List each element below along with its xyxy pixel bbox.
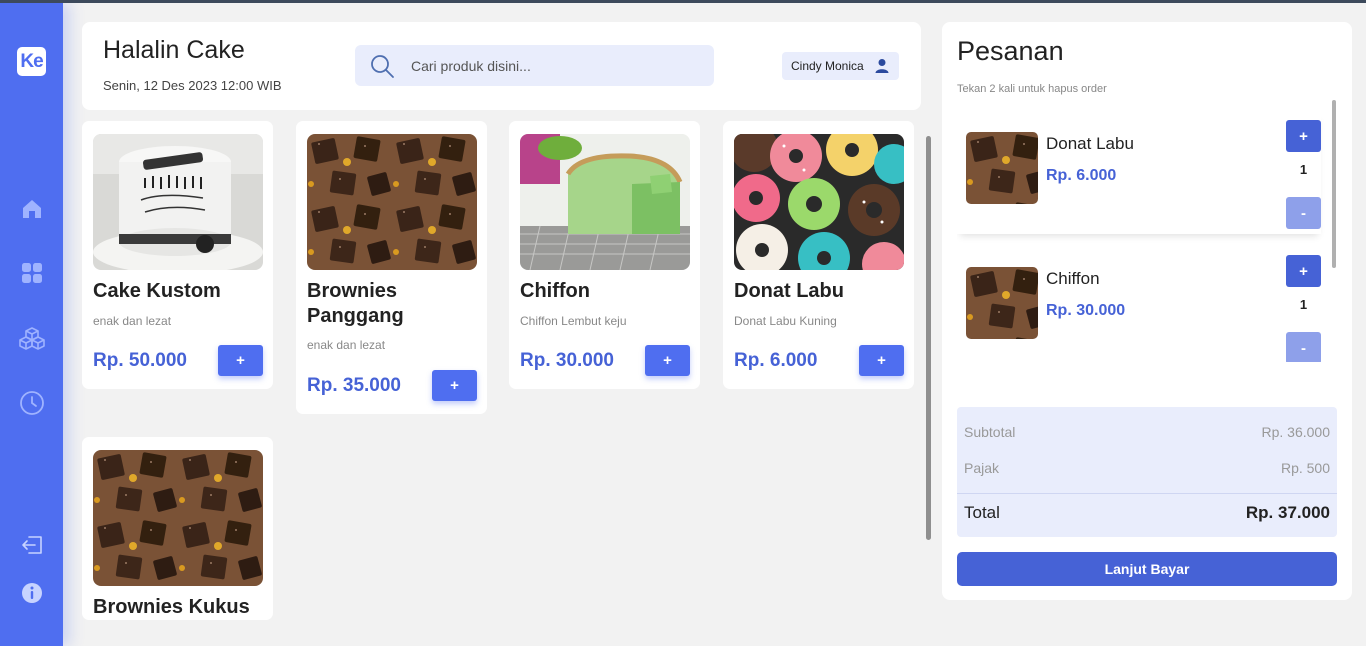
order-title: Pesanan — [957, 36, 1064, 66]
order-item-price: Rp. 30.000 — [1046, 302, 1126, 319]
search-input[interactable] — [411, 55, 701, 77]
search-icon[interactable] — [369, 53, 395, 79]
info-icon[interactable] — [18, 579, 45, 606]
increase-quantity-button[interactable]: + — [1286, 120, 1321, 152]
sidebar: Ke — [0, 3, 63, 646]
product-name: Brownies Kukus — [93, 596, 250, 618]
order-item-name: Donat Labu — [1046, 134, 1134, 153]
product-card-donat-labu[interactable]: Donat Labu Donat Labu Kuning Rp. 6.000 + — [723, 121, 914, 389]
subtotal-value: Rp. 36.000 — [1261, 424, 1331, 440]
product-description: enak dan lezat — [307, 338, 386, 352]
user-name: Cindy Monica — [791, 59, 864, 73]
product-description: Chiffon Lembut keju — [520, 314, 627, 328]
total-value: Rp. 37.000 — [1245, 503, 1330, 522]
subtotal-label: Subtotal — [964, 424, 1016, 440]
product-price: Rp. 50.000 — [93, 350, 187, 371]
home-icon[interactable] — [18, 195, 45, 222]
product-image — [307, 134, 477, 270]
order-item-quantity: 1 — [1299, 297, 1308, 312]
product-price: Rp. 35.000 — [307, 375, 401, 396]
tax-row: Pajak Rp. 500 — [964, 460, 1330, 476]
product-card-brownies-panggang[interactable]: Brownies Panggang enak dan lezat Rp. 35.… — [296, 121, 487, 414]
order-item-quantity: 1 — [1299, 162, 1308, 177]
order-list: Donat Labu Rp. 6.000 + 1 - Chiffon Rp. 3… — [957, 112, 1333, 362]
app-logo[interactable]: Ke — [17, 47, 46, 76]
order-list-scrollbar[interactable] — [1332, 100, 1336, 268]
current-date: Senin, 12 Des 2023 12:00 WIB — [103, 78, 282, 93]
add-to-order-button[interactable]: + — [432, 370, 477, 401]
product-image — [734, 134, 904, 270]
decrease-quantity-button[interactable]: - — [1286, 197, 1321, 229]
total-row: Total Rp. 37.000 — [964, 503, 1330, 523]
product-name: Donat Labu — [734, 280, 844, 302]
header-card: Halalin Cake Senin, 12 Des 2023 12:00 WI… — [82, 22, 921, 110]
order-item-price: Rp. 6.000 — [1046, 167, 1117, 184]
subtotal-row: Subtotal Rp. 36.000 — [964, 424, 1330, 440]
order-item-name: Chiffon — [1046, 269, 1100, 288]
user-icon — [875, 59, 889, 73]
boxes-icon[interactable] — [18, 325, 45, 352]
order-item-donat-labu[interactable]: Donat Labu Rp. 6.000 + 1 - — [957, 112, 1321, 234]
product-price: Rp. 30.000 — [520, 350, 614, 371]
logout-icon[interactable] — [18, 531, 45, 558]
product-name: Cake Kustom — [93, 280, 221, 302]
history-icon[interactable] — [18, 389, 45, 416]
add-to-order-button[interactable]: + — [645, 345, 690, 376]
product-name: Chiffon — [520, 280, 590, 302]
order-hint: Tekan 2 kali untuk hapus order — [957, 83, 1107, 95]
product-price: Rp. 6.000 — [734, 350, 818, 371]
tax-value: Rp. 500 — [1280, 460, 1330, 476]
order-item-chiffon[interactable]: Chiffon Rp. 30.000 + 1 - — [957, 247, 1321, 362]
window-top-border — [0, 0, 1366, 3]
increase-quantity-button[interactable]: + — [1286, 255, 1321, 287]
tax-label: Pajak — [964, 460, 1000, 476]
product-image — [520, 134, 690, 270]
grid-icon[interactable] — [18, 259, 45, 286]
product-description: enak dan lezat — [93, 314, 172, 328]
product-card-brownies-kukus[interactable]: Brownies Kukus — [82, 437, 273, 620]
decrease-quantity-button[interactable]: - — [1286, 332, 1321, 362]
shop-name: Halalin Cake — [103, 36, 245, 64]
order-item-image — [966, 132, 1038, 204]
user-badge[interactable]: Cindy Monica — [782, 52, 899, 80]
order-summary: Subtotal Rp. 36.000 Pajak Rp. 500 Total … — [957, 407, 1337, 537]
product-card-chiffon[interactable]: Chiffon Chiffon Lembut keju Rp. 30.000 + — [509, 121, 700, 389]
summary-divider — [957, 493, 1337, 494]
order-item-image — [966, 267, 1038, 339]
product-image — [93, 134, 263, 270]
total-label: Total — [964, 503, 1000, 522]
add-to-order-button[interactable]: + — [218, 345, 263, 376]
product-description: Donat Labu Kuning — [734, 314, 837, 328]
products-scrollbar[interactable] — [926, 136, 931, 540]
checkout-button[interactable]: Lanjut Bayar — [957, 552, 1337, 586]
product-card-cake-kustom[interactable]: Cake Kustom enak dan lezat Rp. 50.000 + — [82, 121, 273, 389]
add-to-order-button[interactable]: + — [859, 345, 904, 376]
search-bar — [355, 45, 714, 86]
product-image — [93, 450, 263, 586]
product-name: Brownies Panggang — [307, 280, 404, 327]
